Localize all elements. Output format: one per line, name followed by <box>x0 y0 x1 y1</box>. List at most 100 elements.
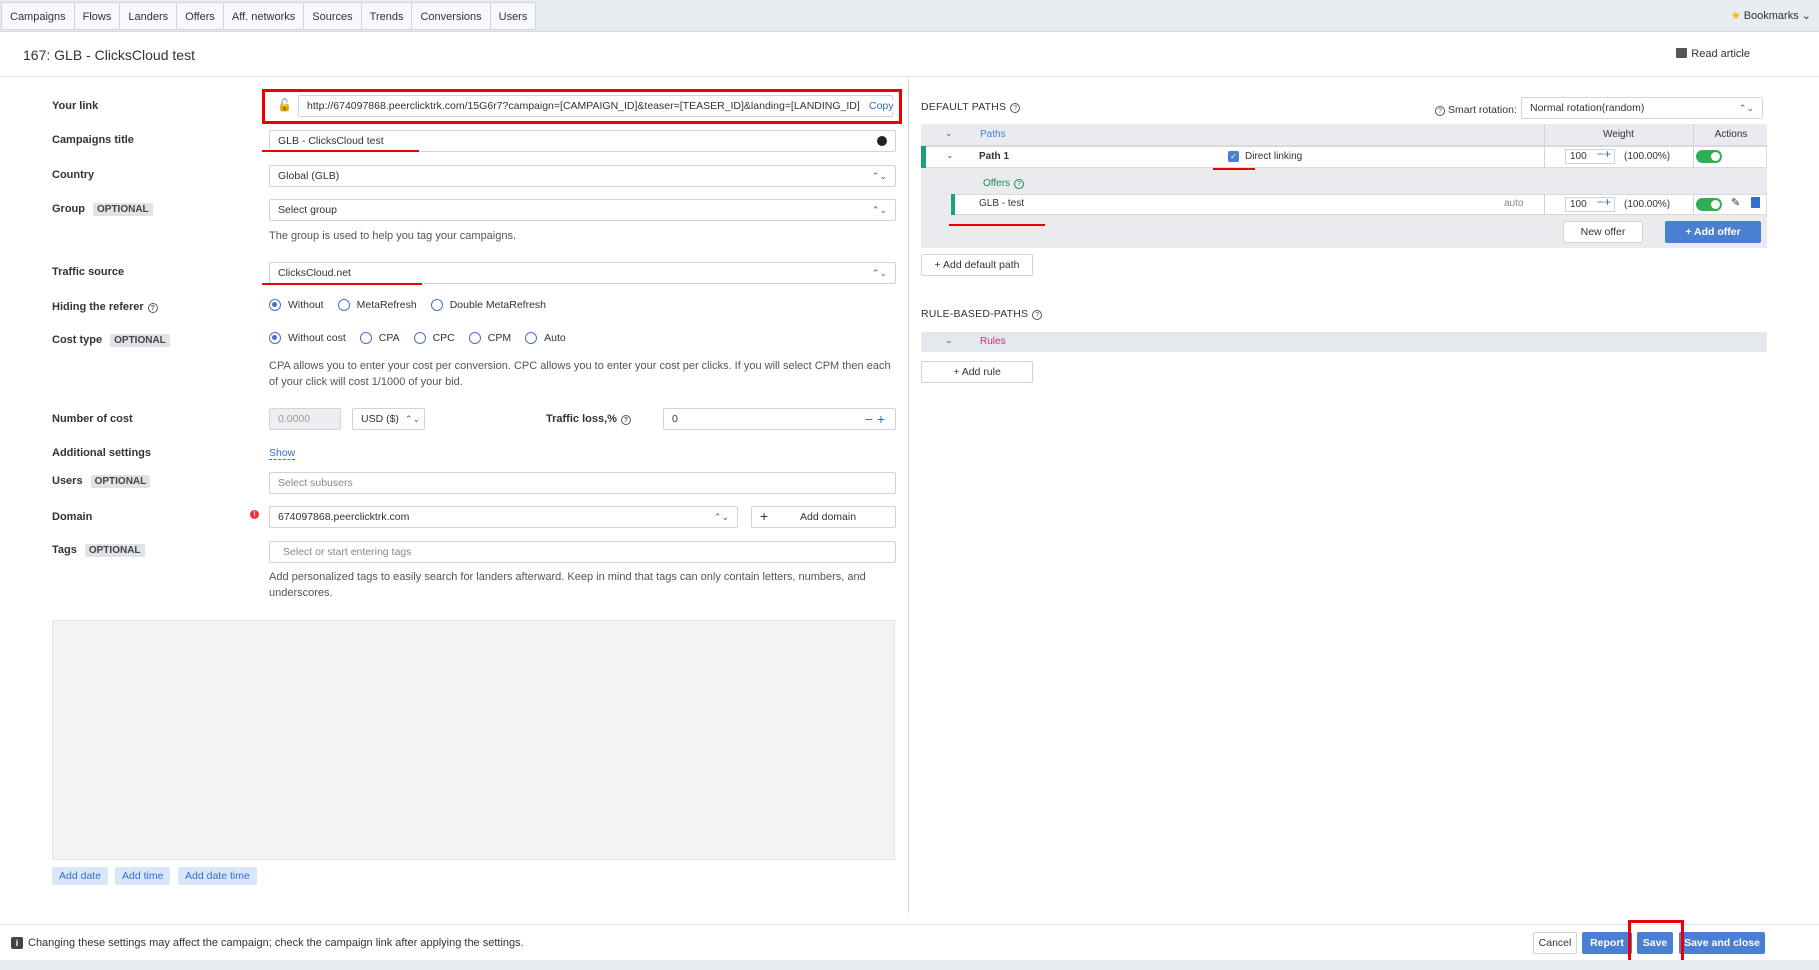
annotation-underline-title <box>262 150 419 152</box>
radio-dot <box>269 332 281 344</box>
smart-rotation-select[interactable]: Normal rotation(random) ⌃⌄ <box>1521 97 1763 119</box>
panel-divider <box>908 78 909 913</box>
column-divider <box>1693 146 1694 168</box>
add-time-chip[interactable]: Add time <box>115 867 171 885</box>
stepper-icon[interactable]: −+ <box>1597 148 1611 161</box>
radio-auto[interactable]: Auto <box>525 332 566 344</box>
help-icon[interactable]: ? <box>1014 179 1025 189</box>
add-rule-button[interactable]: + Add rule <box>921 361 1033 383</box>
path-name: Path 1 <box>979 151 1010 162</box>
radio-cpc[interactable]: CPC <box>413 332 455 344</box>
footer-message-text: Changing these settings may affect the c… <box>28 937 524 949</box>
edit-icon[interactable]: ✎ <box>1731 196 1740 209</box>
stepper-icon[interactable]: −+ <box>1597 196 1611 209</box>
users-select[interactable]: Select subusers <box>269 472 896 494</box>
domain-value: 674097868.peerclicktrk.com <box>278 511 410 523</box>
offer-weight-value: 100 <box>1570 199 1587 210</box>
path-weight-value: 100 <box>1570 151 1587 162</box>
select-arrows-icon: ⌃⌄ <box>713 512 729 522</box>
tab-flows[interactable]: Flows <box>73 2 120 30</box>
add-domain-button[interactable]: + Add domain <box>751 506 896 528</box>
tab-sources[interactable]: Sources <box>303 2 361 30</box>
show-additional-link[interactable]: Show <box>269 447 296 460</box>
direct-linking-checkbox[interactable]: ✓ <box>1228 151 1239 162</box>
tab-campaigns[interactable]: Campaigns <box>1 2 74 30</box>
notes-textarea[interactable] <box>52 620 895 860</box>
cancel-button[interactable]: Cancel <box>1533 932 1577 954</box>
hiding-referer-text: Hiding the referer <box>52 301 144 313</box>
stepper-icon[interactable]: − + <box>865 409 885 429</box>
path-enable-toggle[interactable] <box>1696 150 1722 163</box>
top-navigation: Campaigns Flows Landers Offers Aff. netw… <box>0 0 1819 32</box>
tab-users[interactable]: Users <box>489 2 537 30</box>
campaign-link-field[interactable]: http://674097868.peerclicktrk.com/15G6r7… <box>298 95 893 117</box>
footer-strip <box>0 960 1819 970</box>
add-default-path-button[interactable]: + Add default path <box>921 254 1033 276</box>
tags-hint-1: Add personalized tags to easily search f… <box>269 571 866 583</box>
new-offer-button[interactable]: New offer <box>1563 221 1643 243</box>
radio-label: CPC <box>432 332 455 344</box>
path-marker <box>921 146 926 168</box>
bookmarks-menu[interactable]: ★ Bookmarks ⌄ <box>1731 9 1811 22</box>
annotation-underline-offer <box>949 224 1045 226</box>
radio-double-metarefresh[interactable]: Double MetaRefresh <box>430 299 546 311</box>
help-icon[interactable]: ? <box>620 415 631 425</box>
path-weight-input[interactable]: 100 −+ <box>1565 148 1615 164</box>
delete-icon[interactable] <box>1751 197 1760 208</box>
campaign-link-value: http://674097868.peerclicktrk.com/15G6r7… <box>307 100 860 112</box>
tab-trends[interactable]: Trends <box>360 2 412 30</box>
number-of-cost-input[interactable]: 0.0000 <box>269 408 341 430</box>
traffic-loss-input[interactable]: 0 − + <box>663 408 896 430</box>
collapse-icon[interactable]: ⌄ <box>945 335 953 346</box>
radio-without-cost[interactable]: Without cost <box>269 332 346 344</box>
radio-metarefresh[interactable]: MetaRefresh <box>337 299 417 311</box>
campaign-title-input[interactable]: GLB - ClicksCloud test <box>269 130 896 152</box>
offer-enable-toggle[interactable] <box>1696 198 1722 211</box>
help-icon[interactable]: ? <box>1010 103 1021 113</box>
color-dot-icon[interactable] <box>877 136 887 146</box>
collapse-icon[interactable]: ⌄ <box>946 150 954 161</box>
help-icon[interactable]: ? <box>147 303 158 313</box>
offer-name: GLB - test <box>979 198 1025 209</box>
country-select[interactable]: Global (GLB) ⌃⌄ <box>269 165 896 187</box>
add-date-chip[interactable]: Add date <box>52 867 109 885</box>
column-divider <box>1544 146 1545 168</box>
radio-without[interactable]: Without <box>269 299 324 311</box>
smart-rotation-label: ? Smart rotation: <box>1435 104 1517 116</box>
add-offer-button[interactable]: + Add offer <box>1665 221 1761 243</box>
tags-input[interactable]: Select or start entering tags <box>269 541 896 563</box>
radio-cpa[interactable]: CPA <box>359 332 400 344</box>
domain-select[interactable]: 674097868.peerclicktrk.com ⌃⌄ <box>269 506 738 528</box>
cost-type-text: Cost type <box>52 334 103 346</box>
add-date-time-chip[interactable]: Add date time <box>178 867 257 885</box>
tab-landers[interactable]: Landers <box>119 2 177 30</box>
rule-based-paths-title: RULE-BASED-PATHS? <box>921 308 1043 320</box>
group-select[interactable]: Select group ⌃⌄ <box>269 199 896 221</box>
campaign-title-label: Campaigns title <box>52 134 134 146</box>
collapse-icon[interactable]: ⌄ <box>945 128 953 139</box>
radio-dot <box>359 332 372 344</box>
group-hint: The group is used to help you tag your c… <box>269 230 517 242</box>
paths-column-header: Paths <box>980 129 1006 140</box>
currency-select[interactable]: USD ($) ⌃⌄ <box>352 408 425 430</box>
traffic-source-select[interactable]: ClicksCloud.net ⌃⌄ <box>269 262 896 284</box>
select-arrows-icon: ⌃⌄ <box>404 414 420 424</box>
bookmarks-label: Bookmarks <box>1743 10 1799 22</box>
help-icon[interactable]: ? <box>1435 106 1445 116</box>
add-default-path-label: Add default path <box>943 259 1020 271</box>
help-icon[interactable]: ? <box>1032 310 1043 320</box>
annotation-box-save <box>1628 920 1684 963</box>
radio-cpm[interactable]: CPM <box>468 332 511 344</box>
paths-grid-header: ⌄ Paths Weight Actions <box>921 124 1767 146</box>
tab-offers[interactable]: Offers <box>176 2 223 30</box>
copy-link-button[interactable]: Copy <box>863 100 894 112</box>
read-article-link[interactable]: Read article <box>1676 48 1750 60</box>
offer-weight-input[interactable]: 100 −+ <box>1565 196 1615 212</box>
radio-dot <box>430 299 443 311</box>
save-and-close-button[interactable]: Save and close <box>1679 932 1765 954</box>
smart-rotation-text: Smart rotation: <box>1448 104 1517 116</box>
tab-conversions[interactable]: Conversions <box>411 2 490 30</box>
tab-aff-networks[interactable]: Aff. networks <box>222 2 304 30</box>
radio-label: MetaRefresh <box>356 299 417 311</box>
report-button[interactable]: Report <box>1582 932 1632 954</box>
